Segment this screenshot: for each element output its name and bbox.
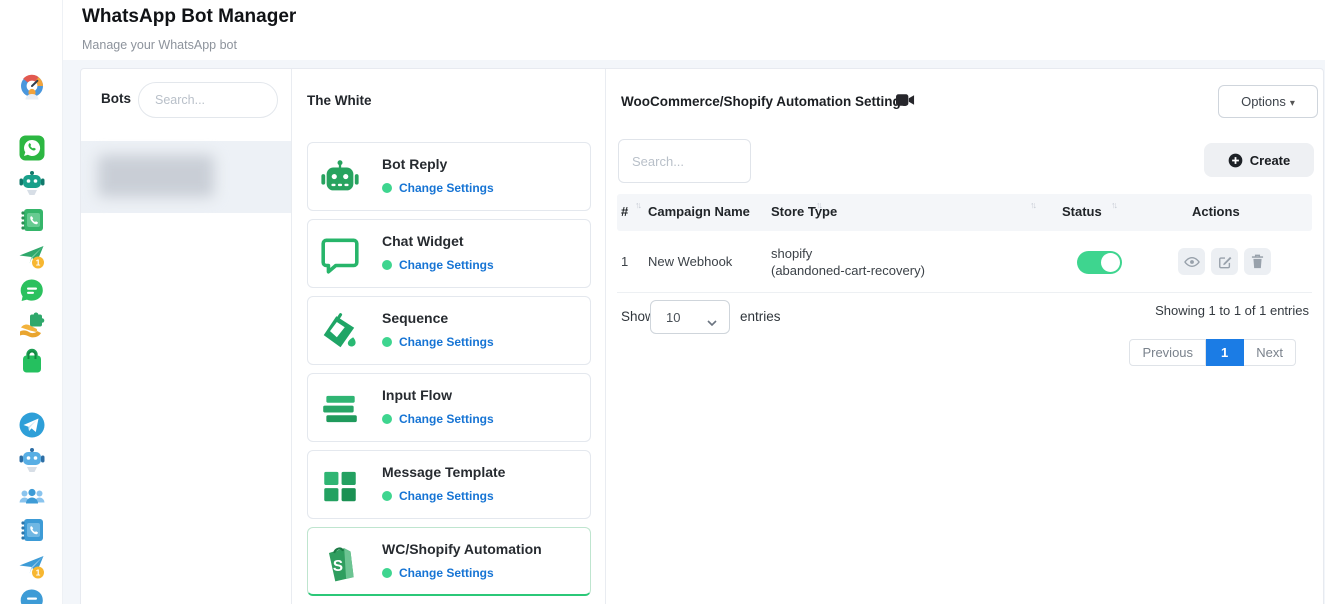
page-title: WhatsApp Bot Manager	[82, 6, 296, 28]
status-dot-icon	[382, 568, 392, 578]
svg-text:1: 1	[36, 258, 41, 268]
change-settings-link-message-template[interactable]: Change Settings	[382, 489, 494, 503]
telegram-groups-icon[interactable]	[18, 482, 46, 510]
telegram-chat-icon[interactable]	[18, 587, 46, 604]
status-dot-icon	[382, 491, 392, 501]
sort-icon[interactable]: ↑↓	[1030, 200, 1035, 210]
page-size-select[interactable]: 10	[650, 300, 730, 334]
column-header-index[interactable]: #	[621, 204, 628, 219]
edit-button[interactable]	[1211, 248, 1238, 275]
feature-card-bot-reply: Bot Reply Change Settings	[307, 142, 591, 211]
whatsapp-contacts-icon[interactable]	[18, 206, 46, 234]
integrations-icon[interactable]	[18, 312, 46, 340]
page-subtitle: Manage your WhatsApp bot	[82, 38, 237, 52]
page-1-button[interactable]: 1	[1206, 339, 1244, 366]
telegram-bot-icon[interactable]	[18, 446, 46, 474]
results-summary: Showing 1 to 1 of 1 entries	[1155, 303, 1309, 318]
campaign-search-input[interactable]	[618, 139, 751, 183]
status-dot-icon	[382, 414, 392, 424]
feature-card-wc-shopify: S WC/Shopify Automation Change Settings	[307, 527, 591, 596]
plus-circle-icon	[1228, 153, 1243, 168]
main-panel: Bots The White Bot Reply Change Settings	[80, 68, 1324, 604]
bots-search-input[interactable]	[138, 82, 278, 118]
whatsapp-bot-manager-page: 1 1 WhatsApp Bot Manager Manage	[0, 0, 1325, 604]
features-panel: The White Bot Reply Change Settings Chat…	[292, 69, 606, 604]
delete-button[interactable]	[1244, 248, 1271, 275]
next-page-button[interactable]: Next	[1244, 339, 1296, 366]
svg-text:1: 1	[36, 568, 41, 578]
feature-title: Chat Widget	[382, 233, 464, 249]
app-icon-rail: 1 1	[0, 0, 63, 604]
svg-text:S: S	[333, 558, 343, 575]
feature-title: Bot Reply	[382, 156, 447, 172]
feature-title: Sequence	[382, 310, 448, 326]
sequence-icon	[319, 311, 361, 353]
status-dot-icon	[382, 183, 392, 193]
trash-icon	[1251, 254, 1264, 269]
edit-icon	[1218, 255, 1232, 269]
feature-title: Message Template	[382, 464, 505, 480]
whatsapp-campaign-icon[interactable]: 1	[18, 242, 46, 270]
feature-card-sequence: Sequence Change Settings	[307, 296, 591, 365]
status-toggle[interactable]	[1077, 251, 1122, 274]
status-dot-icon	[382, 337, 392, 347]
bot-list-item-selected[interactable]	[81, 141, 291, 213]
eye-icon	[1184, 256, 1200, 268]
change-settings-link-bot-reply[interactable]: Change Settings	[382, 181, 494, 195]
table-header-row: # ↑↓ Campaign Name ↑↓ Store Type ↑↓ Stat…	[617, 194, 1312, 231]
sort-icon[interactable]: ↑↓	[1111, 200, 1116, 210]
feature-title: Input Flow	[382, 387, 452, 403]
options-button[interactable]: Options▾	[1218, 85, 1318, 118]
table-row: 1 New Webhook shopify (abandoned-cart-re…	[617, 231, 1312, 293]
input-flow-icon	[319, 388, 361, 430]
whatsapp-icon[interactable]	[18, 134, 46, 162]
feature-card-message-template: Message Template Change Settings	[307, 450, 591, 519]
shop-icon[interactable]	[18, 347, 46, 375]
column-header-store[interactable]: Store Type	[771, 204, 837, 219]
feature-card-chat-widget: Chat Widget Change Settings	[307, 219, 591, 288]
change-settings-link-chat-widget[interactable]: Change Settings	[382, 258, 494, 272]
telegram-icon[interactable]	[18, 411, 46, 439]
dashboard-icon[interactable]	[18, 73, 46, 101]
section-title: WooCommerce/Shopify Automation Settings	[621, 94, 908, 109]
bots-heading: Bots	[101, 91, 131, 106]
create-button[interactable]: Create	[1204, 143, 1314, 177]
change-settings-link-sequence[interactable]: Change Settings	[382, 335, 494, 349]
chat-widget-icon	[319, 234, 361, 276]
change-settings-link-wc-shopify[interactable]: Change Settings	[382, 566, 494, 580]
whatsapp-chat-icon[interactable]	[18, 277, 46, 305]
bot-reply-icon	[319, 157, 361, 199]
bots-panel: Bots	[81, 69, 292, 604]
store-type: shopify (abandoned-cart-recovery)	[771, 245, 925, 279]
view-button[interactable]	[1178, 248, 1205, 275]
message-template-icon	[319, 465, 361, 507]
change-settings-link-input-flow[interactable]: Change Settings	[382, 412, 494, 426]
telegram-campaign-icon[interactable]: 1	[18, 552, 46, 580]
status-dot-icon	[382, 260, 392, 270]
row-index: 1	[621, 254, 628, 269]
chevron-down-icon	[707, 314, 717, 329]
shopify-icon: S	[319, 542, 361, 584]
bot-name-redacted	[98, 155, 214, 197]
chevron-down-icon: ▾	[1290, 98, 1295, 109]
video-tutorial-icon[interactable]	[896, 93, 915, 112]
pagination: Previous 1 Next	[1129, 339, 1296, 366]
automation-settings-panel: WooCommerce/Shopify Automation Settings …	[606, 69, 1324, 604]
toggle-knob	[1101, 253, 1120, 272]
whatsapp-bot-icon[interactable]	[18, 169, 46, 197]
campaign-name: New Webhook	[648, 254, 732, 269]
previous-page-button[interactable]: Previous	[1129, 339, 1206, 366]
telegram-contacts-icon[interactable]	[18, 516, 46, 544]
entries-label: entries	[740, 309, 781, 324]
bot-name-heading: The White	[307, 93, 372, 108]
sort-icon[interactable]: ↑↓	[635, 200, 640, 210]
column-header-status[interactable]: Status	[1062, 204, 1102, 219]
campaigns-table: # ↑↓ Campaign Name ↑↓ Store Type ↑↓ Stat…	[617, 194, 1312, 293]
feature-title: WC/Shopify Automation	[382, 541, 542, 557]
feature-card-input-flow: Input Flow Change Settings	[307, 373, 591, 442]
column-header-campaign[interactable]: Campaign Name	[648, 204, 750, 219]
column-header-actions: Actions	[1192, 204, 1240, 219]
